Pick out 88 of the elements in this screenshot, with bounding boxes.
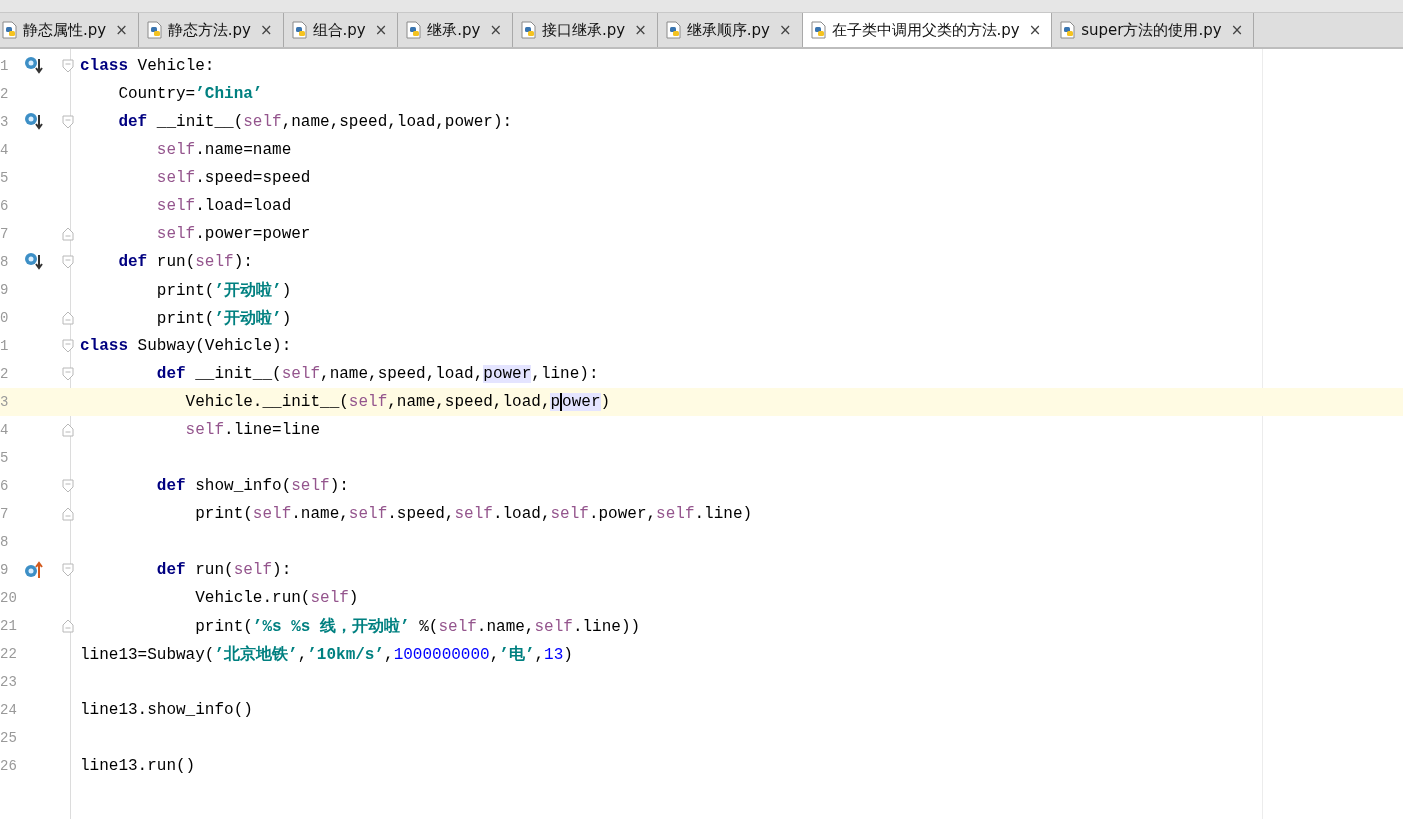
unfold-icon[interactable] [62, 423, 74, 437]
python-file-icon [291, 21, 308, 39]
python-file-icon [1060, 21, 1077, 39]
line-number: 8 [0, 534, 10, 550]
code-line: print(’%s %s 线，开动啦’ %(self.name,self.line)) [194, 616, 641, 637]
close-tab-button[interactable]: × [115, 21, 128, 39]
close-tab-button[interactable]: × [1230, 21, 1244, 39]
line-number: 23 [0, 674, 18, 690]
code-line: self.speed=speed [155, 169, 311, 187]
code-line: self.power=power [155, 225, 311, 243]
line-number: 9 [0, 282, 10, 298]
line-number: 6 [0, 478, 10, 494]
line-number: 21 [0, 618, 18, 634]
python-file-icon [2, 21, 18, 39]
line-number: 5 [0, 450, 10, 466]
editor-tab[interactable]: 组合.py × [283, 13, 399, 47]
code-line: print(self.name,self.speed,self.load,self.power,self.line) [194, 505, 753, 523]
code-line: line13.show_info() [80, 701, 253, 719]
python-file-icon [406, 21, 423, 39]
code-line: class Subway(Vehicle): [80, 337, 292, 355]
unfold-icon[interactable] [62, 227, 74, 241]
code-line: self.load=load [155, 197, 292, 215]
close-tab-button[interactable]: × [1028, 21, 1042, 39]
code-line: self.name=name [155, 141, 292, 159]
implemented-method-icon[interactable] [24, 112, 44, 132]
line-number: 22 [0, 646, 18, 662]
overriding-method-icon[interactable] [24, 560, 44, 580]
line-number: 6 [0, 198, 10, 214]
python-file-icon [810, 21, 827, 39]
fold-icon[interactable] [62, 59, 74, 73]
code-line: def __init__(self,name,speed,load,power): [117, 113, 513, 131]
code-line: Country=’China’ [117, 85, 263, 103]
code-line: print(’开动啦’) [155, 308, 292, 329]
line-number: 4 [0, 142, 10, 158]
line-number: 2 [0, 366, 10, 382]
editor-tab[interactable]: 继承顺序.py × [657, 13, 803, 47]
fold-icon[interactable] [62, 339, 74, 353]
code-line: line13.run() [80, 757, 196, 775]
close-tab-button[interactable]: × [374, 21, 388, 39]
line-number: 3 [0, 114, 10, 130]
close-tab-button[interactable]: × [634, 21, 647, 39]
editor-tab[interactable]: 在子类中调用父类的方法.py × [802, 13, 1053, 47]
code-line: def __init__(self,name,speed,load,power,line): [155, 365, 599, 383]
code-line: self.line=line [184, 421, 321, 439]
code-line: def run(self): [155, 561, 292, 579]
line-number: 3 [0, 394, 10, 410]
line-number: 1 [0, 58, 10, 74]
line-number: 7 [0, 226, 10, 242]
code-line: Vehicle.run(self) [194, 589, 359, 607]
close-tab-button[interactable]: × [778, 21, 792, 39]
code-line: line13=Subway(’北京地铁’,’10km/s’,1000000000,’电’,13) [80, 644, 573, 665]
editor-tab[interactable]: 继承.py × [398, 13, 513, 47]
python-file-icon [665, 21, 682, 39]
fold-icon[interactable] [62, 255, 74, 269]
line-number: 25 [0, 730, 18, 746]
python-file-icon [521, 21, 537, 39]
line-number: 5 [0, 170, 10, 186]
fold-icon[interactable] [62, 479, 74, 493]
code-line: def show_info(self): [155, 477, 349, 495]
code-line: print(’开动啦’) [155, 280, 292, 301]
implemented-method-icon[interactable] [24, 56, 44, 76]
implemented-method-icon[interactable] [24, 252, 44, 272]
fold-icon[interactable] [62, 563, 74, 577]
fold-icon[interactable] [62, 115, 74, 129]
unfold-icon[interactable] [62, 507, 74, 521]
line-number: 4 [0, 422, 10, 438]
editor-tab[interactable]: 静态属性.py × [0, 13, 139, 47]
line-number: 0 [0, 310, 10, 326]
line-number: 20 [0, 590, 18, 606]
editor-tab[interactable]: 接口继承.py × [513, 13, 658, 47]
line-number: 1 [0, 338, 10, 354]
close-tab-button[interactable]: × [259, 21, 273, 39]
line-number: 2 [0, 86, 10, 102]
code-line: class Vehicle: [80, 57, 215, 75]
python-file-icon [146, 21, 163, 39]
editor-tab[interactable]: 静态方法.py × [138, 13, 284, 47]
unfold-icon[interactable] [62, 311, 74, 325]
line-number: 24 [0, 702, 18, 718]
fold-icon[interactable] [62, 367, 74, 381]
close-tab-button[interactable]: × [489, 21, 502, 39]
line-number: 7 [0, 506, 10, 522]
line-number: 9 [0, 562, 10, 578]
editor-tab[interactable]: super方法的使用.py × [1052, 13, 1255, 47]
unfold-icon[interactable] [62, 619, 74, 633]
code-line: def run(self): [117, 253, 253, 271]
code-line: Vehicle.__init__(self,name,speed,load,p ower) [184, 392, 611, 412]
line-number: 26 [0, 758, 18, 774]
line-number: 8 [0, 254, 10, 270]
